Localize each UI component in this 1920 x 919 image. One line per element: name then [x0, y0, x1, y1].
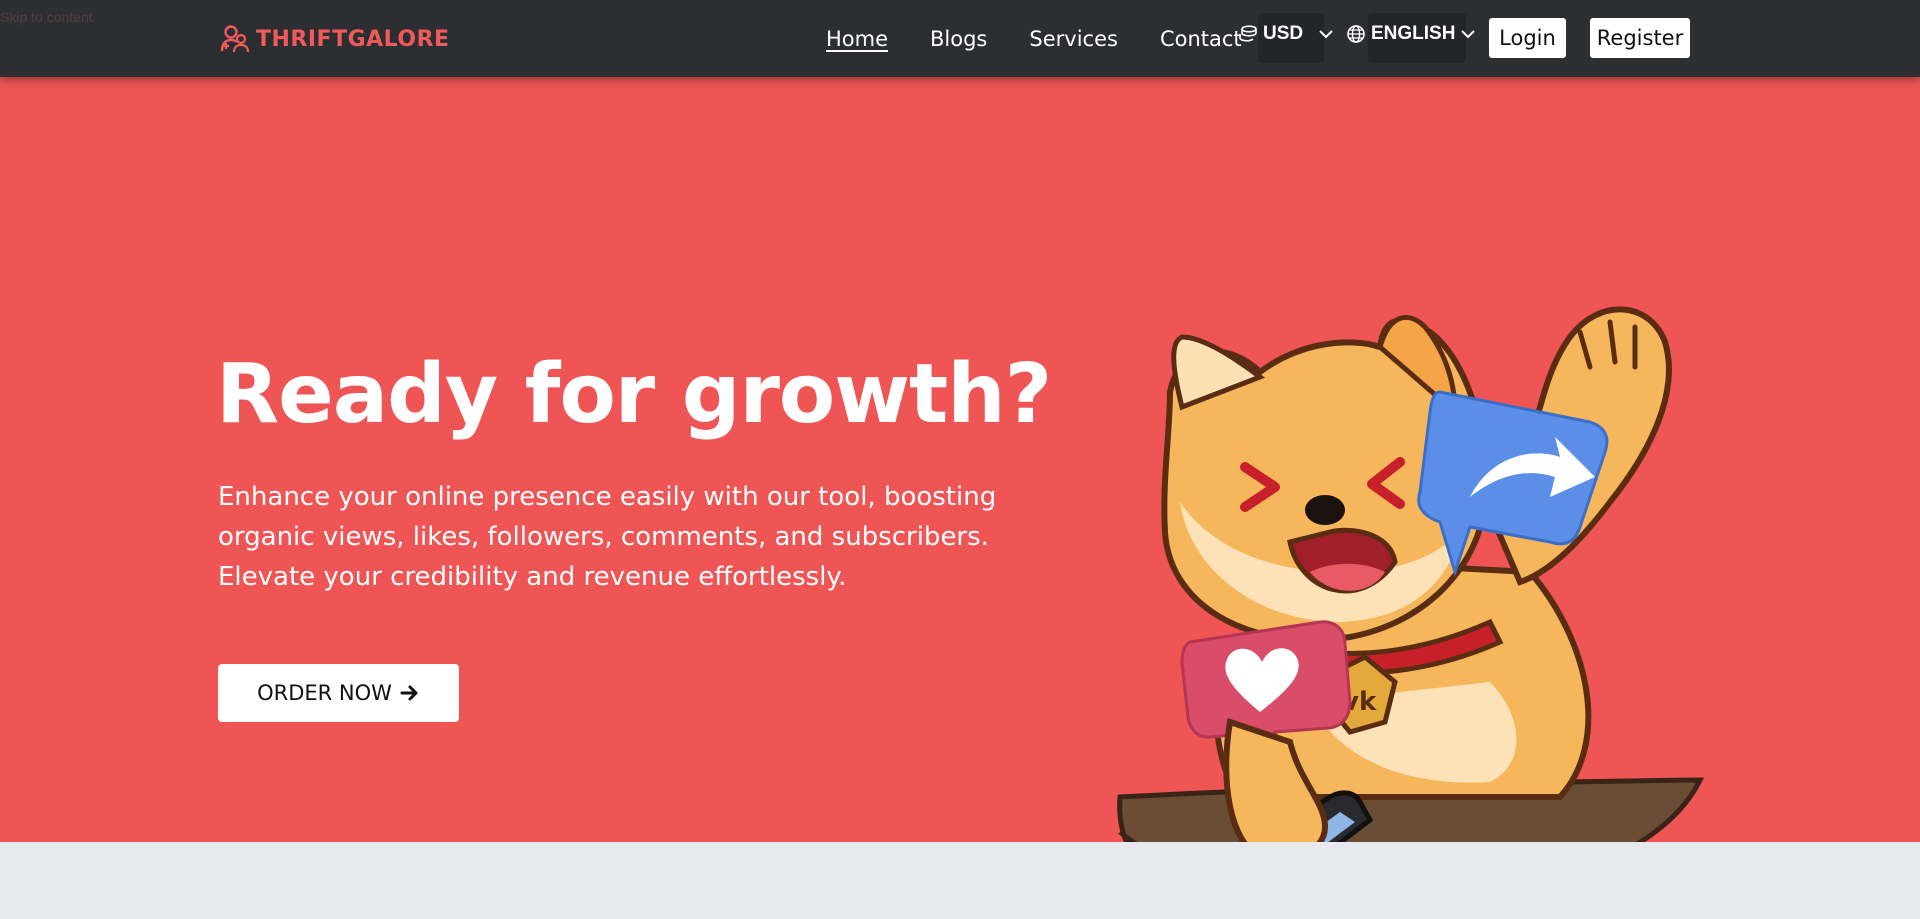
login-button[interactable]: Login: [1489, 18, 1566, 58]
main-nav: Home Blogs Services Contact: [826, 0, 1284, 77]
order-now-button[interactable]: ORDER NOW: [218, 664, 459, 722]
hero-title: Ready for growth?: [216, 347, 1052, 442]
nav-link-contact[interactable]: Contact: [1160, 27, 1242, 51]
top-navbar: THRIFTGALORE Home Blogs Services Contact…: [0, 0, 1920, 77]
globe-icon: [1347, 25, 1365, 43]
chevron-down-icon: [1461, 30, 1476, 39]
register-button[interactable]: Register: [1590, 18, 1690, 58]
coins-icon: [1239, 25, 1257, 42]
currency-label: USD: [1263, 23, 1304, 44]
currency-selector[interactable]: USD: [1238, 23, 1334, 45]
shiba-mascot-illustration: vk: [1117, 306, 1705, 910]
next-section: [0, 842, 1920, 919]
nav-link-services[interactable]: Services: [1029, 27, 1118, 51]
nav-link-home[interactable]: Home: [826, 27, 888, 51]
arrow-right-icon: [400, 685, 418, 701]
brand-logo[interactable]: THRIFTGALORE: [220, 24, 450, 54]
users-icon: [220, 25, 250, 53]
order-now-label: ORDER NOW: [257, 681, 392, 705]
chevron-down-icon: [1319, 30, 1333, 39]
dog-nose: [1305, 495, 1345, 525]
hero-subtitle: Enhance your online presence easily with…: [218, 482, 997, 592]
language-label: ENGLISH: [1371, 23, 1456, 44]
language-selector[interactable]: ENGLISH: [1346, 23, 1476, 45]
skip-to-content-link[interactable]: Skip to content: [0, 9, 93, 25]
hero-section: Ready for growth? Enhance your online pr…: [0, 77, 1920, 910]
brand-name: THRIFTGALORE: [256, 26, 450, 52]
nav-link-blogs[interactable]: Blogs: [930, 27, 987, 51]
